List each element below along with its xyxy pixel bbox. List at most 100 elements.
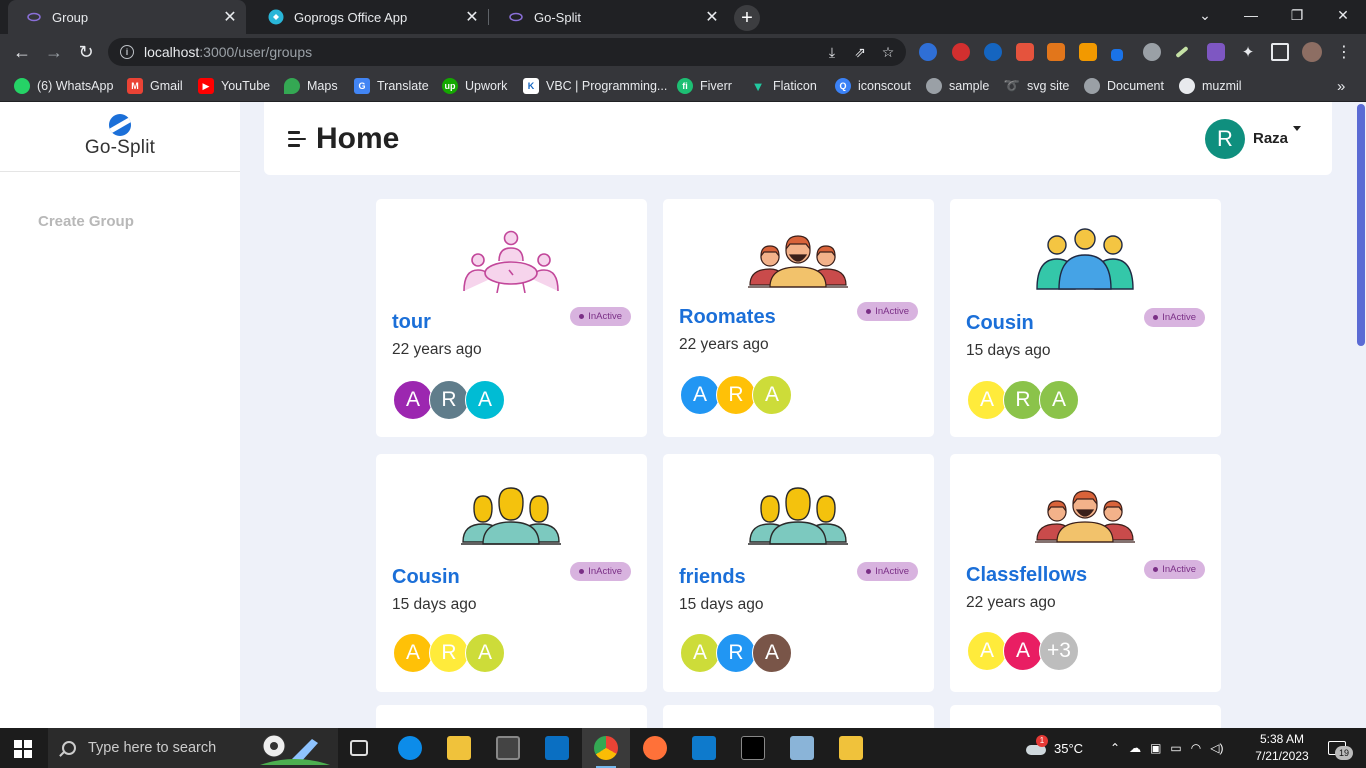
terminal-icon[interactable] <box>741 736 765 760</box>
profile-avatar[interactable] <box>1302 42 1322 62</box>
more-bookmarks-icon[interactable]: » <box>1337 77 1345 95</box>
extension-icon[interactable] <box>1207 43 1225 61</box>
url-host: localhost <box>144 44 200 60</box>
scrollbar-thumb[interactable] <box>1357 104 1365 346</box>
chrome-icon[interactable] <box>594 736 618 760</box>
group-name[interactable]: Roomates <box>679 306 776 329</box>
windows-start-icon[interactable] <box>14 740 32 758</box>
group-name[interactable]: Classfellows <box>966 564 1087 587</box>
group-card-partial[interactable] <box>376 705 647 728</box>
user-name[interactable]: Raza <box>1253 130 1288 147</box>
extension-icon[interactable] <box>1111 49 1123 61</box>
forward-icon[interactable]: → <box>40 38 68 66</box>
extension-icon[interactable] <box>919 43 937 61</box>
mail-icon[interactable] <box>545 736 569 760</box>
page-scrollbar[interactable] <box>1356 102 1366 728</box>
new-tab-button[interactable]: + <box>734 5 760 31</box>
group-card-partial[interactable] <box>663 705 934 728</box>
tab-close-icon[interactable]: ✕ <box>462 7 482 27</box>
restore-icon[interactable]: ❐ <box>1274 0 1320 30</box>
group-card-tour[interactable]: tour InActive 22 years ago A R A <box>376 199 647 437</box>
metamask-icon[interactable] <box>1047 43 1065 61</box>
wifi-icon[interactable]: ◠ <box>1191 741 1201 755</box>
group-card-cousin-2[interactable]: Cousin InActive 15 days ago A R A <box>376 454 647 692</box>
tab-close-icon[interactable]: ✕ <box>220 7 240 27</box>
kebab-menu-icon[interactable]: ⋮ <box>1330 38 1358 66</box>
weather-cloud-icon: 1 <box>1024 735 1048 757</box>
onedrive-cloud-icon[interactable]: ☁ <box>1129 741 1141 755</box>
file-explorer-icon[interactable] <box>447 736 471 760</box>
meet-now-icon[interactable]: ▣ <box>1150 741 1161 755</box>
battery-icon[interactable]: ▭ <box>1170 741 1181 755</box>
reload-icon[interactable]: ↻ <box>72 38 100 66</box>
bookmark-whatsapp[interactable]: (6) WhatsApp <box>14 77 113 95</box>
minimize-icon[interactable]: — <box>1228 0 1274 30</box>
bookmark-youtube[interactable]: ▶ YouTube <box>198 77 270 95</box>
notepad-icon[interactable] <box>790 736 814 760</box>
taskbar-clock[interactable]: 5:38 AM 7/21/2023 <box>1250 731 1314 765</box>
bookmark-svg-site[interactable]: ➰ svg site <box>1004 77 1069 95</box>
group-card-friends[interactable]: friends InActive 15 days ago A R A <box>663 454 934 692</box>
sidebar-item-create-group[interactable]: Create Group <box>38 213 134 230</box>
group-name[interactable]: Cousin <box>966 312 1034 335</box>
volume-icon[interactable]: ◁) <box>1210 741 1223 755</box>
bookmark-upwork[interactable]: up Upwork <box>442 77 507 95</box>
user-avatar[interactable]: R <box>1205 119 1245 159</box>
firefox-icon[interactable] <box>643 736 667 760</box>
back-icon[interactable]: ← <box>8 38 36 66</box>
extension-icon[interactable] <box>1016 43 1034 61</box>
bookmark-fiverr[interactable]: fi Fiverr <box>677 77 732 95</box>
store-icon[interactable] <box>496 736 520 760</box>
logo-text: Go-Split <box>84 137 156 158</box>
group-name[interactable]: tour <box>392 311 431 334</box>
bookmark-gmail[interactable]: M Gmail <box>127 77 183 95</box>
group-card-cousin[interactable]: Cousin InActive 15 days ago A R A <box>950 199 1221 437</box>
tab-goprogs[interactable]: Goprogs Office App ✕ <box>250 0 488 34</box>
caret-down-icon[interactable] <box>1293 126 1301 131</box>
group-name[interactable]: friends <box>679 566 746 589</box>
group-card-roomates[interactable]: Roomates InActive 22 years ago A R A <box>663 199 934 437</box>
bookmark-iconscout[interactable]: Qiconscout <box>835 77 911 95</box>
extension-icon[interactable] <box>1143 43 1161 61</box>
chevron-up-icon[interactable]: ⌃ <box>1110 741 1120 755</box>
extensions-puzzle-icon[interactable]: ✦ <box>1239 43 1257 61</box>
folder-icon[interactable] <box>839 736 863 760</box>
svg-site-icon: ➰ <box>1003 78 1021 93</box>
share-icon[interactable]: ⇗ <box>852 44 868 60</box>
extension-icon[interactable] <box>984 43 1002 61</box>
tab-group[interactable]: Group ✕ <box>8 0 246 34</box>
group-card-partial[interactable] <box>950 705 1221 728</box>
bookmark-sample[interactable]: sample <box>926 77 989 95</box>
extension-icon[interactable] <box>1079 43 1097 61</box>
bookmark-maps[interactable]: Maps <box>284 77 338 95</box>
app-logo[interactable]: Go-Split <box>0 102 240 172</box>
edge-icon[interactable] <box>398 736 422 760</box>
group-name[interactable]: Cousin <box>392 566 460 589</box>
app-viewport: Go-Split Create Group Home R Raza tour I… <box>0 102 1366 728</box>
bookmark-star-icon[interactable]: ☆ <box>880 44 896 60</box>
bookmark-muzmil[interactable]: muzmil <box>1179 77 1242 95</box>
tab-go-split[interactable]: Go-Split ✕ <box>490 0 728 34</box>
bookmark-translate[interactable]: G Translate <box>354 77 429 95</box>
task-view-icon[interactable] <box>350 740 368 756</box>
group-card-classfellows[interactable]: Classfellows InActive 22 years ago A A +… <box>950 454 1221 692</box>
tab-close-icon[interactable]: ✕ <box>702 7 722 27</box>
vscode-icon[interactable] <box>692 736 716 760</box>
member-avatar: A <box>465 633 505 673</box>
tab-search-icon[interactable]: ⌄ <box>1182 0 1228 30</box>
pen-icon[interactable] <box>1175 45 1189 59</box>
install-icon[interactable]: ⤓ <box>824 44 840 60</box>
weather-widget[interactable]: 1 35°C <box>1024 728 1083 768</box>
hamburger-menu-icon[interactable] <box>288 131 306 147</box>
address-bar[interactable]: i localhost:3000/user/groups ⤓ ⇗ ☆ <box>108 38 906 66</box>
bookmark-document[interactable]: Document <box>1084 77 1164 95</box>
bookmark-vbc[interactable]: K VBC | Programming... <box>523 77 667 95</box>
close-window-icon[interactable]: ✕ <box>1320 0 1366 30</box>
extension-icon[interactable] <box>952 43 970 61</box>
site-info-icon[interactable]: i <box>120 45 134 59</box>
bookmark-flaticon[interactable]: ▼ Flaticon <box>750 77 817 95</box>
notifications-button[interactable]: 19 <box>1322 728 1353 768</box>
side-panel-icon[interactable] <box>1271 43 1289 61</box>
bearded-men-icon <box>748 235 848 288</box>
taskbar-search[interactable]: Type here to search <box>48 728 338 768</box>
